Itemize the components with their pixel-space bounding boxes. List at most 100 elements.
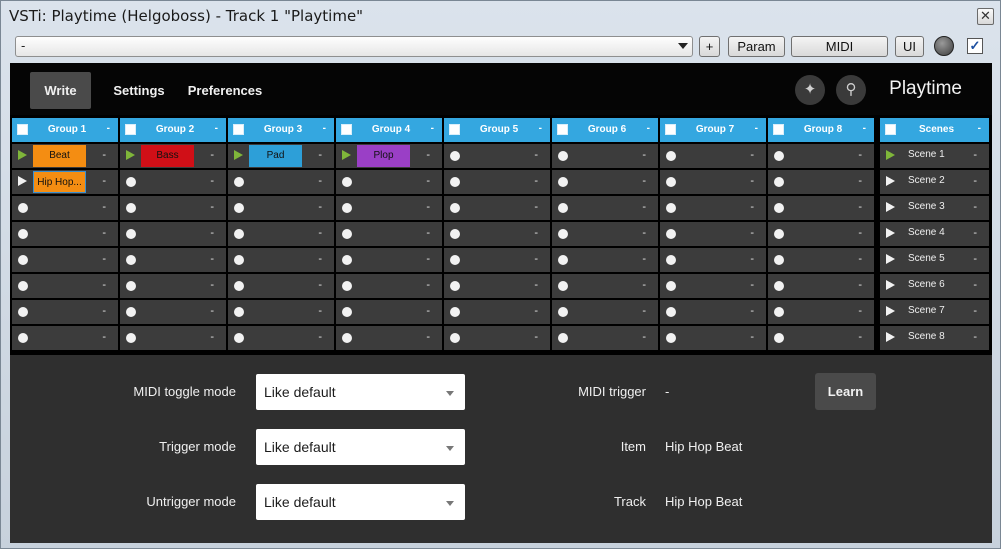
record-dot-icon[interactable] xyxy=(558,229,568,239)
record-dot-icon[interactable] xyxy=(126,281,136,291)
group-menu[interactable]: - xyxy=(323,123,326,134)
clip-slot[interactable]: - xyxy=(12,274,118,298)
record-dot-icon[interactable] xyxy=(558,281,568,291)
clip-slot[interactable]: - xyxy=(120,326,226,350)
record-dot-icon[interactable] xyxy=(18,333,28,343)
record-dot-icon[interactable] xyxy=(126,177,136,187)
clip-slot[interactable]: - xyxy=(120,274,226,298)
slot-menu[interactable]: - xyxy=(210,149,214,161)
clip-slot[interactable]: - xyxy=(768,300,874,324)
slot-menu[interactable]: - xyxy=(210,305,214,317)
record-dot-icon[interactable] xyxy=(666,255,676,265)
slot-menu[interactable]: - xyxy=(642,331,646,343)
slot-menu[interactable]: - xyxy=(426,331,430,343)
clip-slot[interactable]: - xyxy=(444,144,550,168)
trigger-mode-select[interactable]: Like default xyxy=(256,429,465,465)
clip-slot[interactable]: - xyxy=(552,300,658,324)
group-select-checkbox[interactable] xyxy=(557,124,568,135)
play-icon[interactable] xyxy=(234,150,243,160)
clip-slot[interactable]: - xyxy=(336,300,442,324)
clip-slot[interactable]: - xyxy=(228,300,334,324)
record-dot-icon[interactable] xyxy=(342,177,352,187)
record-dot-icon[interactable] xyxy=(234,229,244,239)
scene-row[interactable]: Scene 5 - xyxy=(880,248,989,272)
slot-menu[interactable]: - xyxy=(534,201,538,213)
ui-button[interactable]: UI xyxy=(895,36,924,57)
slot-menu[interactable]: - xyxy=(534,279,538,291)
wet-knob[interactable] xyxy=(934,36,954,56)
clip-slot[interactable]: - xyxy=(228,274,334,298)
clip-slot[interactable]: - xyxy=(768,326,874,350)
record-dot-icon[interactable] xyxy=(234,255,244,265)
record-dot-icon[interactable] xyxy=(18,255,28,265)
group-menu[interactable]: - xyxy=(755,123,758,134)
slot-menu[interactable]: - xyxy=(426,201,430,213)
slot-menu[interactable]: - xyxy=(210,201,214,213)
learn-button[interactable]: Learn xyxy=(815,373,876,410)
record-dot-icon[interactable] xyxy=(18,229,28,239)
clip-slot[interactable]: - xyxy=(660,248,766,272)
scene-menu[interactable]: - xyxy=(973,201,977,213)
slot-menu[interactable]: - xyxy=(102,227,106,239)
slot-menu[interactable]: - xyxy=(642,305,646,317)
slot-menu[interactable]: - xyxy=(210,227,214,239)
scene-row[interactable]: Scene 4 - xyxy=(880,222,989,246)
record-dot-icon[interactable] xyxy=(450,307,460,317)
record-dot-icon[interactable] xyxy=(666,177,676,187)
param-button[interactable]: Param xyxy=(728,36,785,57)
clip-slot[interactable]: - xyxy=(444,222,550,246)
record-dot-icon[interactable] xyxy=(342,255,352,265)
slot-menu[interactable]: - xyxy=(642,201,646,213)
clip-slot[interactable]: - xyxy=(552,248,658,272)
clip-slot[interactable]: - xyxy=(228,326,334,350)
record-dot-icon[interactable] xyxy=(774,229,784,239)
clip-label[interactable]: Hip Hop... xyxy=(33,171,86,193)
group-menu[interactable]: - xyxy=(215,123,218,134)
play-scene-icon[interactable] xyxy=(886,332,895,342)
record-dot-icon[interactable] xyxy=(558,203,568,213)
slot-menu[interactable]: - xyxy=(534,305,538,317)
record-dot-icon[interactable] xyxy=(450,229,460,239)
play-scene-icon[interactable] xyxy=(886,228,895,238)
slot-menu[interactable]: - xyxy=(750,331,754,343)
untrigger-mode-select[interactable]: Like default xyxy=(256,484,465,520)
scene-menu[interactable]: - xyxy=(973,331,977,343)
record-dot-icon[interactable] xyxy=(126,307,136,317)
tab-write[interactable]: Write xyxy=(30,72,91,109)
slot-menu[interactable]: - xyxy=(426,175,430,187)
slot-menu[interactable]: - xyxy=(426,253,430,265)
slot-menu[interactable]: - xyxy=(750,253,754,265)
record-dot-icon[interactable] xyxy=(666,229,676,239)
slot-menu[interactable]: - xyxy=(858,227,862,239)
clip-slot[interactable]: - xyxy=(444,196,550,220)
slot-menu[interactable]: - xyxy=(210,175,214,187)
record-dot-icon[interactable] xyxy=(558,151,568,161)
play-icon[interactable] xyxy=(126,150,135,160)
record-dot-icon[interactable] xyxy=(666,307,676,317)
slot-menu[interactable]: - xyxy=(102,331,106,343)
record-dot-icon[interactable] xyxy=(342,203,352,213)
record-dot-icon[interactable] xyxy=(450,177,460,187)
record-dot-icon[interactable] xyxy=(234,177,244,187)
clip-slot[interactable]: - xyxy=(660,222,766,246)
slot-menu[interactable]: - xyxy=(210,331,214,343)
clip-slot[interactable]: - xyxy=(228,222,334,246)
slot-menu[interactable]: - xyxy=(426,305,430,317)
record-dot-icon[interactable] xyxy=(18,203,28,213)
clip-slot[interactable]: - xyxy=(120,248,226,272)
group-select-checkbox[interactable] xyxy=(773,124,784,135)
record-dot-icon[interactable] xyxy=(774,177,784,187)
slot-menu[interactable]: - xyxy=(642,279,646,291)
record-dot-icon[interactable] xyxy=(450,151,460,161)
clip-slot[interactable]: Plop - xyxy=(336,144,442,168)
slot-menu[interactable]: - xyxy=(750,305,754,317)
clip-slot[interactable]: - xyxy=(552,170,658,194)
clip-slot[interactable]: - xyxy=(768,196,874,220)
record-dot-icon[interactable] xyxy=(666,333,676,343)
play-icon[interactable] xyxy=(18,176,27,186)
clip-slot[interactable]: - xyxy=(444,274,550,298)
slot-menu[interactable]: - xyxy=(318,149,322,161)
clip-slot[interactable]: - xyxy=(768,248,874,272)
slot-menu[interactable]: - xyxy=(318,175,322,187)
record-dot-icon[interactable] xyxy=(342,333,352,343)
